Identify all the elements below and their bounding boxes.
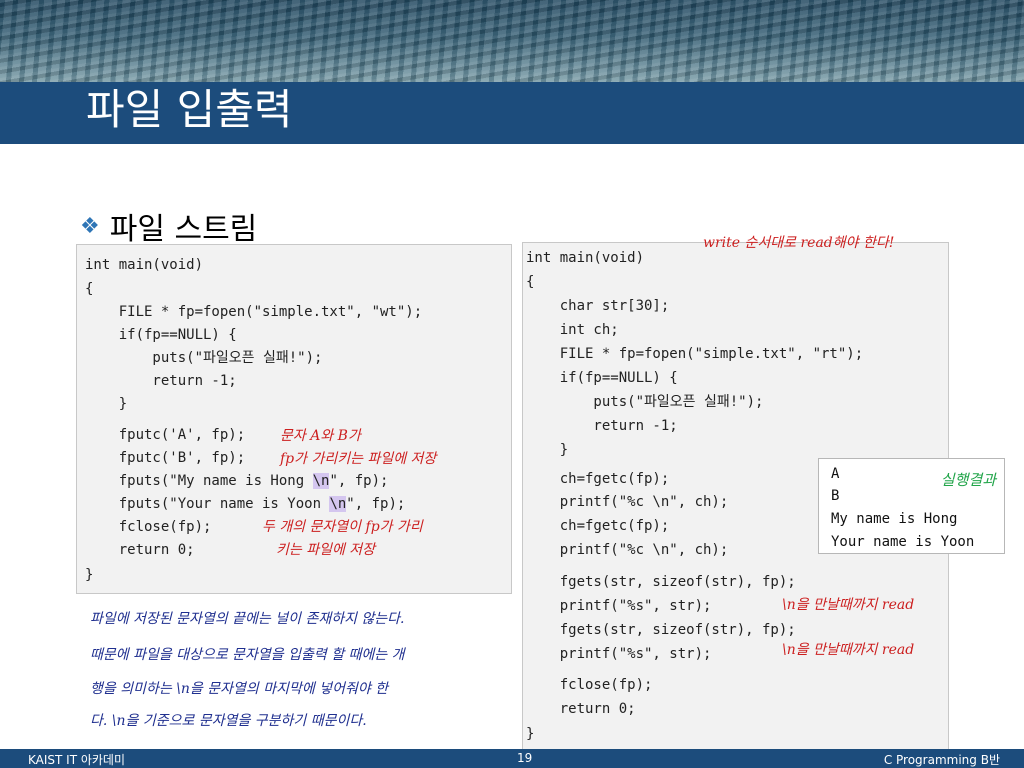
code-line: } [85,564,93,586]
char-ab-note: 문자 A와 B가 [280,428,361,444]
page-number: 19 [517,751,533,765]
output-line: Your name is Yoon [831,534,975,550]
code-line: return 0; [85,539,195,561]
code-line: fputs("My name is Hong \n", fp); [85,470,388,492]
code-text: { [85,281,94,297]
code-line: puts("파일오픈 실패!"); [526,394,764,410]
course-name: C Programming B반 [883,753,1000,767]
execution-result-box: A B My name is Hong Your name is Yoon 실행… [818,458,1005,554]
bullet-heading: ❖ 파일 스트림 [80,204,257,248]
explanation-line: 행을 의미하는 \n을 문자열의 마지막에 넣어줘야 한 [90,681,389,697]
code-line: if(fp==NULL) { [526,370,678,386]
code-text: } [85,567,94,583]
code-line: fputs("Your name is Yoon \n", fp); [85,493,405,515]
code-line: { [85,278,93,300]
result-label: 실행결과 [940,471,996,489]
code-line: fclose(fp); [526,677,653,693]
code-line: return -1; [526,418,678,434]
code-text: fclose(fp); [85,519,212,535]
code-line: printf("%s", str); [526,598,712,614]
newline-highlight: \n [329,496,347,512]
code-line: ch=fgetc(fp); [526,518,670,534]
newline-highlight: \n [312,473,330,489]
two-strings-note-line1: 두 개의 문자열이 fp가 가리 [262,519,423,535]
explanation-line: 다. \n을 기준으로 문자열을 구분하기 때문이다. [90,713,367,729]
code-text: puts("파일오픈 실패!"); [85,350,323,366]
header-banner-image [0,0,1024,82]
output-line: B [831,488,840,504]
code-line: } [526,442,569,458]
code-line: FILE * fp=fopen("simple.txt", "rt"); [526,346,864,362]
code-text: FILE * fp=fopen("simple.txt", "wt"); [85,304,423,320]
code-text: fputc('A', fp); [85,427,246,443]
code-line: } [85,393,127,415]
fp-target-note: fp가 가리키는 파일에 저장 [280,451,437,467]
code-line: puts("파일오픈 실패!"); [85,347,322,369]
slide-title: 파일 입출력 [86,85,293,134]
code-line: ch=fgetc(fp); [526,471,670,487]
code-text: return -1; [85,373,237,389]
code-text: ", fp); [329,473,389,489]
read-until-newline-note: \n을 만날때까지 read [782,642,915,658]
code-line: if(fp==NULL) { [85,324,237,346]
code-line: fputc('A', fp); [85,424,245,446]
output-line: A [831,466,840,482]
code-line: FILE * fp=fopen("simple.txt", "wt"); [85,301,422,323]
code-line: } [526,726,535,742]
code-line: fgets(str, sizeof(str), fp); [526,574,796,590]
footer-bar: KAIST IT 아카데미 19 C Programming B반 [0,749,1024,768]
footer-org: KAIST IT 아카데미 [28,753,126,767]
diamond-bullet-icon: ❖ [80,213,100,239]
code-line: fputc('B', fp); [85,447,245,469]
output-line: My name is Hong [831,511,958,527]
code-line: printf("%s", str); [526,646,712,662]
code-text: int main(void) [85,257,204,273]
code-line: return -1; [85,370,237,392]
code-text: fputs("Your name is Yoon [85,496,330,512]
code-text: return 0; [85,542,195,558]
code-text: fputs("My name is Hong [85,473,313,489]
two-strings-note-line2: 키는 파일에 저장 [276,542,376,558]
explanation-line: 때문에 파일을 대상으로 문자열을 입출력 할 때에는 개 [90,647,405,663]
code-text: ", fp); [346,496,406,512]
code-text: fputc('B', fp); [85,450,246,466]
code-line: return 0; [526,701,636,717]
code-text: if(fp==NULL) { [85,327,237,343]
code-line: int main(void) [526,250,645,266]
code-line: printf("%c \n", ch); [526,494,729,510]
code-line: int ch; [526,322,619,338]
write-read-order-note: write 순서대로 read해야 한다! [703,235,895,251]
code-line: { [526,274,535,290]
read-until-newline-note: \n을 만날때까지 read [782,597,915,613]
explanation-line: 파일에 저장된 문자열의 끝에는 널이 존재하지 않는다. [90,611,405,627]
code-line: printf("%c \n", ch); [526,542,729,558]
code-line: fgets(str, sizeof(str), fp); [526,622,796,638]
code-line: fclose(fp); [85,516,212,538]
code-text: } [85,396,128,412]
bullet-heading-text: 파일 스트림 [109,212,258,247]
code-line: char str[30]; [526,298,670,314]
code-line: int main(void) [85,254,203,276]
